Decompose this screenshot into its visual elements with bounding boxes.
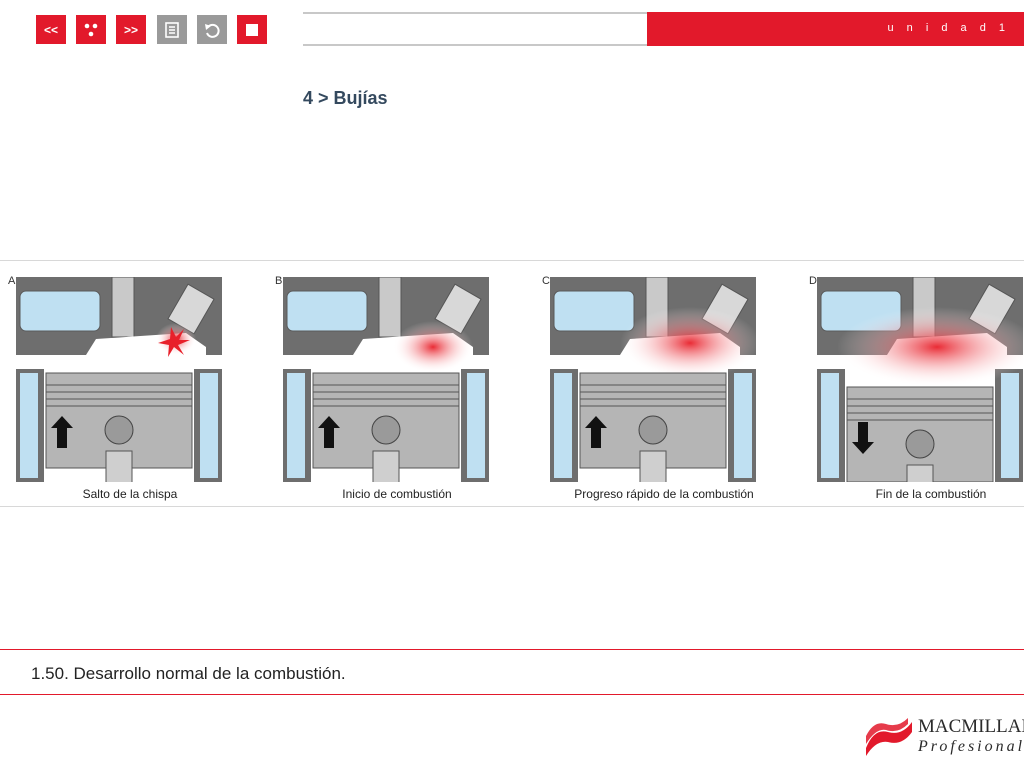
piston-pin xyxy=(104,415,134,445)
coolant-right xyxy=(200,373,218,478)
engine-diagram xyxy=(550,277,756,482)
undo-icon xyxy=(205,23,220,38)
panel-a: A Salto de la chispa xyxy=(2,261,258,508)
nav-prev-label: << xyxy=(43,22,58,37)
piston-pin xyxy=(905,429,935,459)
panel-letter: D xyxy=(809,275,817,287)
flame xyxy=(620,307,756,379)
coolant-left xyxy=(554,373,572,478)
nav-next-button[interactable]: >> xyxy=(116,15,146,44)
panel-caption: Progreso rápido de la combustión xyxy=(574,487,754,501)
unit-label: u n i d a d 1 xyxy=(887,22,1010,34)
coolant-right xyxy=(467,373,485,478)
panel-caption: Inicio de combustión xyxy=(342,487,452,501)
coolant-right xyxy=(734,373,752,478)
coolant-left xyxy=(287,373,305,478)
engine-diagram xyxy=(817,277,1023,482)
engine-diagram xyxy=(16,277,222,482)
panel-caption: Salto de la chispa xyxy=(82,487,178,501)
coolant-head xyxy=(286,290,368,332)
list-icon xyxy=(165,21,179,38)
section-title: 4 > Bujías xyxy=(303,88,388,108)
coolant-head xyxy=(19,290,101,332)
panel-letter: C xyxy=(542,275,550,287)
connecting-rod xyxy=(105,450,133,482)
connecting-rod xyxy=(906,464,934,482)
panel-letter: A xyxy=(8,275,16,287)
piston-pin xyxy=(371,415,401,445)
nav-next-label: >> xyxy=(123,22,138,37)
stop-icon xyxy=(246,23,258,36)
unit-bar: u n i d a d 1 xyxy=(647,12,1024,46)
nav-exit-button[interactable] xyxy=(237,15,267,44)
panel-letter: B xyxy=(275,275,283,287)
nav-prev-button[interactable]: << xyxy=(36,15,66,44)
macmillan-logo: MACMILLAN Profesional xyxy=(862,716,1024,760)
engine-diagram xyxy=(283,277,489,482)
dice-icon xyxy=(84,23,98,36)
panel-d: D Fin de la combustión xyxy=(803,261,1024,508)
panel-caption: Fin de la combustión xyxy=(875,487,987,501)
coolant-left xyxy=(821,373,839,478)
figure-caption: 1.50. Desarrollo normal de la combustión… xyxy=(31,664,346,683)
logo-line2: Profesional xyxy=(918,738,1024,755)
nav-index-button[interactable] xyxy=(76,15,106,44)
coolant-right xyxy=(1001,373,1019,478)
caption-rule-bottom xyxy=(0,694,1024,695)
nav-back-button[interactable] xyxy=(197,15,227,44)
nav-contents-button[interactable] xyxy=(157,15,187,44)
caption-rule-top xyxy=(0,649,1024,650)
valve xyxy=(111,277,135,338)
connecting-rod xyxy=(372,450,400,482)
coolant-head xyxy=(553,290,635,332)
connecting-rod xyxy=(639,450,667,482)
flame xyxy=(393,321,473,373)
combustion-figure: A Salto de la chispa B Inicio de combustión… xyxy=(0,260,1024,507)
logo-line1: MACMILLAN xyxy=(918,716,1024,737)
coolant-left xyxy=(20,373,38,478)
logo-mark-icon xyxy=(866,718,912,756)
panel-b: B Inicio de combustión xyxy=(269,261,525,508)
valve xyxy=(378,277,402,338)
panel-c: C Progreso rápido de la combustión xyxy=(536,261,792,508)
header-rule xyxy=(303,12,648,46)
piston-pin xyxy=(638,415,668,445)
